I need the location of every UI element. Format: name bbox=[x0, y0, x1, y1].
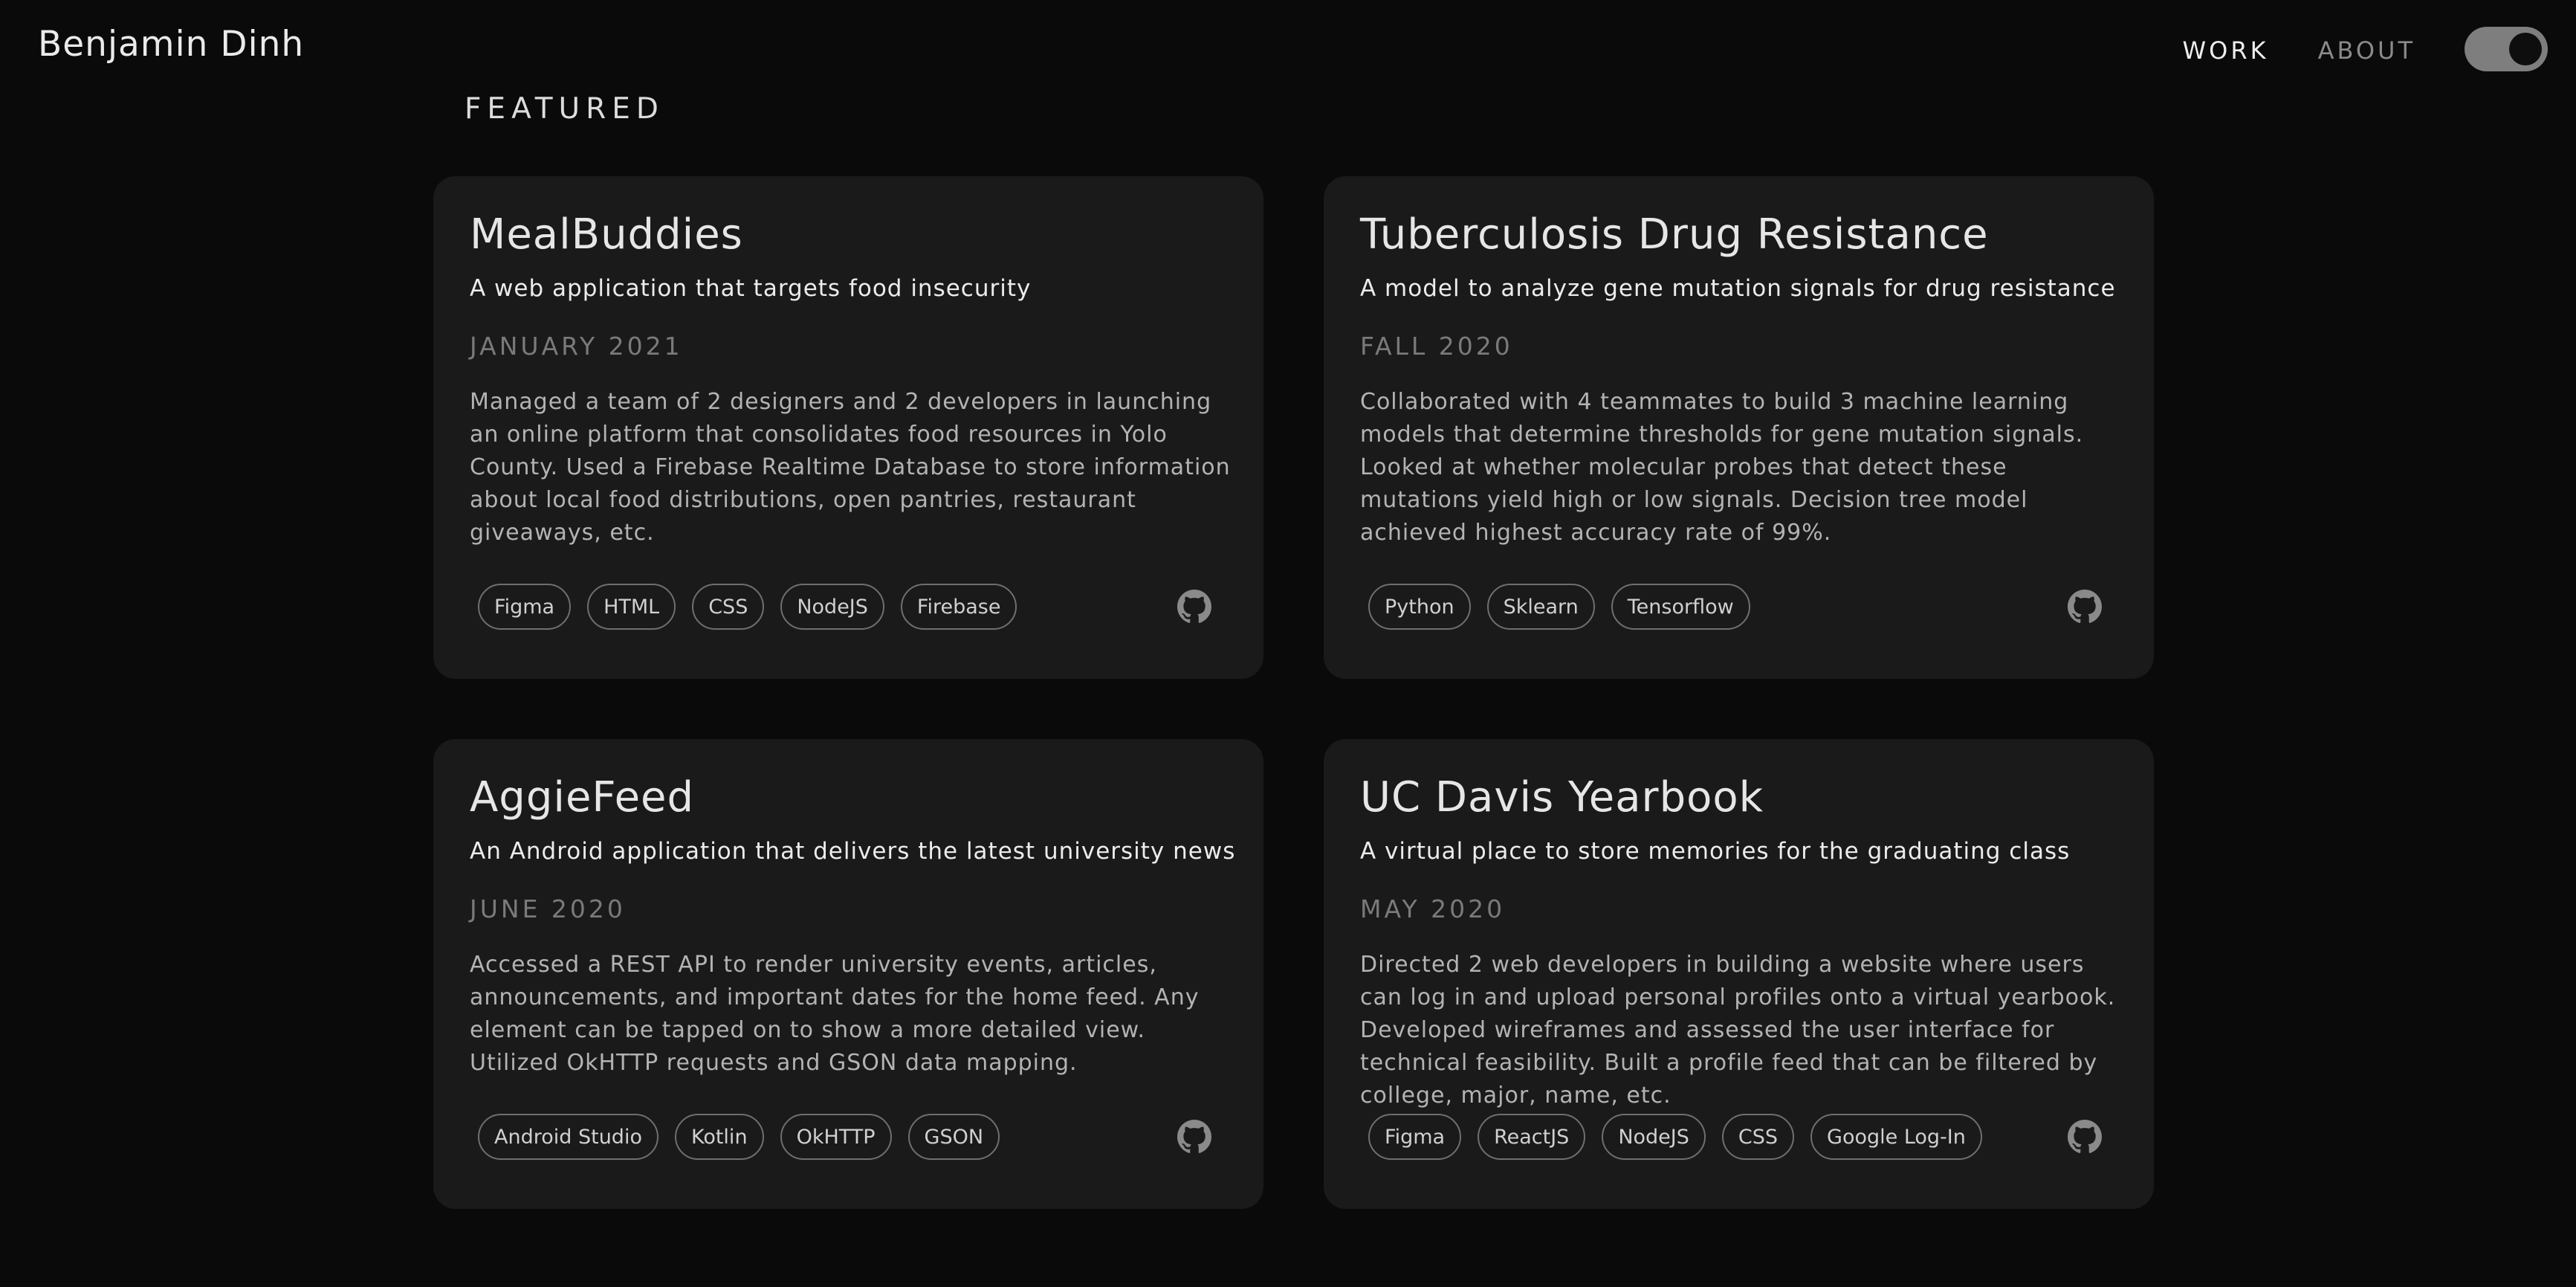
tag: Tensorflow bbox=[1611, 584, 1750, 630]
project-title: UC Davis Yearbook bbox=[1360, 773, 1764, 822]
project-card-aggiefeed: AggieFeed An Android application that de… bbox=[433, 739, 1263, 1209]
project-title: Tuberculosis Drug Resistance bbox=[1360, 210, 1989, 259]
project-subtitle: An Android application that delivers the… bbox=[470, 838, 1236, 865]
project-title: AggieFeed bbox=[470, 773, 695, 822]
project-card-mealbuddies: MealBuddies A web application that targe… bbox=[433, 176, 1263, 679]
tag: CSS bbox=[692, 584, 765, 630]
project-subtitle: A web application that targets food inse… bbox=[470, 275, 1032, 302]
tag: Kotlin bbox=[674, 1114, 764, 1160]
github-icon[interactable] bbox=[2068, 590, 2102, 624]
nav-link-about[interactable]: ABOUT bbox=[2318, 36, 2415, 65]
tag: Figma bbox=[1368, 1114, 1462, 1160]
project-description: Directed 2 web developers in building a … bbox=[1360, 952, 2116, 1109]
tag: Sklearn bbox=[1486, 584, 1595, 630]
tag-list: Android Studio Kotlin OkHTTP GSON bbox=[478, 1114, 1016, 1160]
project-footer: Figma ReactJS NodeJS CSS Google Log-In bbox=[1368, 1114, 2102, 1160]
tag-list: Figma HTML CSS NodeJS Firebase bbox=[478, 584, 1033, 630]
tag: Google Log-In bbox=[1810, 1114, 1982, 1160]
tag: OkHTTP bbox=[780, 1114, 892, 1160]
tag: Python bbox=[1368, 584, 1471, 630]
github-icon[interactable] bbox=[1177, 590, 1211, 624]
tag: NodeJS bbox=[1602, 1114, 1706, 1160]
project-footer: Python Sklearn Tensorflow bbox=[1368, 584, 2102, 630]
site-brand[interactable]: Benjamin Dinh bbox=[38, 24, 304, 65]
tag: Firebase bbox=[900, 584, 1017, 630]
project-subtitle: A model to analyze gene mutation signals… bbox=[1360, 275, 2116, 302]
project-date: FALL 2020 bbox=[1360, 332, 1513, 361]
tag-list: Figma ReactJS NodeJS CSS Google Log-In bbox=[1368, 1114, 1999, 1160]
github-icon[interactable] bbox=[1177, 1120, 1211, 1154]
tag: Android Studio bbox=[478, 1114, 658, 1160]
tag: CSS bbox=[1721, 1114, 1795, 1160]
project-date: JUNE 2020 bbox=[470, 894, 626, 923]
toggle-knob bbox=[2509, 33, 2542, 65]
github-icon[interactable] bbox=[2068, 1120, 2102, 1154]
project-description: Collaborated with 4 teammates to build 3… bbox=[1360, 389, 2084, 546]
project-date: MAY 2020 bbox=[1360, 894, 1506, 923]
project-title: MealBuddies bbox=[470, 210, 743, 259]
tag-list: Python Sklearn Tensorflow bbox=[1368, 584, 1767, 630]
project-description: Accessed a REST API to render university… bbox=[470, 952, 1200, 1076]
project-subtitle: A virtual place to store memories for th… bbox=[1360, 838, 2071, 865]
project-card-tuberculosis: Tuberculosis Drug Resistance A model to … bbox=[1324, 176, 2154, 679]
section-title: FEATURED bbox=[465, 92, 664, 126]
project-description: Managed a team of 2 designers and 2 deve… bbox=[470, 389, 1231, 546]
project-date: JANUARY 2021 bbox=[470, 332, 683, 361]
project-card-yearbook: UC Davis Yearbook A virtual place to sto… bbox=[1324, 739, 2154, 1209]
tag: HTML bbox=[587, 584, 676, 630]
tag: Figma bbox=[478, 584, 572, 630]
nav-link-work[interactable]: WORK bbox=[2183, 36, 2269, 65]
main-nav: WORK ABOUT bbox=[2183, 27, 2548, 71]
theme-toggle[interactable] bbox=[2465, 27, 2548, 71]
project-footer: Android Studio Kotlin OkHTTP GSON bbox=[478, 1114, 1211, 1160]
tag: GSON bbox=[907, 1114, 1000, 1160]
tag: ReactJS bbox=[1478, 1114, 1586, 1160]
project-footer: Figma HTML CSS NodeJS Firebase bbox=[478, 584, 1211, 630]
tag: NodeJS bbox=[780, 584, 884, 630]
